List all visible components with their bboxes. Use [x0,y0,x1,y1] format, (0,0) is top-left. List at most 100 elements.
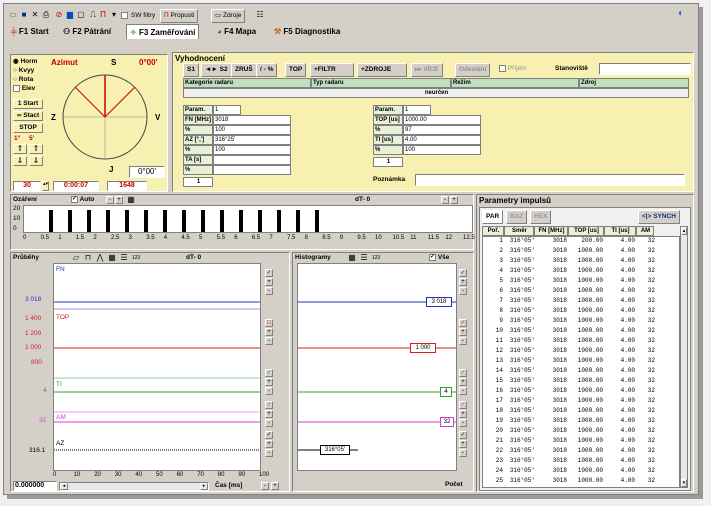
hist-az-minus[interactable]: - [459,449,467,457]
cas-minus[interactable]: - [261,482,269,490]
pulse-view-icon[interactable]: ⊓ [83,253,93,263]
par-tab[interactable]: PAR [482,210,504,224]
hist-am-plus[interactable]: + [459,410,467,418]
poznamka-field[interactable] [415,174,685,186]
table-row[interactable]: 17 316°05' 3018 1000.00 4.00 32 [483,397,679,405]
stop-button[interactable]: STOP [13,123,43,133]
top-toggle[interactable]: □ [265,319,273,327]
auto-checkbox[interactable]: ✓ Auto [71,196,94,203]
ozareni-minus[interactable]: - [106,196,114,204]
grid-icon[interactable]: ▦ [126,195,136,205]
az-toggle[interactable]: ✓ [265,431,273,439]
select-icon[interactable]: ▱ [71,253,81,263]
hist-top-toggle[interactable]: ✓ [459,319,467,327]
no-icon[interactable]: ⊘ [54,10,64,20]
time-scrollbar[interactable]: ◂ ▸ [59,482,209,491]
table-row[interactable]: 9 316°05' 3018 1000.00 4.00 32 [483,317,679,325]
open-folder-icon[interactable]: ▭ [8,10,18,20]
histogram-grid-icon[interactable]: ▦ [347,253,357,263]
stact-button[interactable]: ∞ Stact [13,111,43,121]
table-row[interactable]: 18 316°05' 3018 1000.00 4.00 32 [483,407,679,415]
color-icon[interactable]: ▆ [65,10,75,20]
tab-mapa[interactable]: ◕ F4 Mapa [214,24,259,39]
step-up-button-2[interactable]: ⇑ [29,144,43,154]
table-row[interactable]: 13 316°05' 3018 1000.00 4.00 32 [483,357,679,365]
window-icon[interactable]: ▢ [76,10,86,20]
mode-horm[interactable]: ◉ Horm [13,57,43,66]
close-icon[interactable]: ✕ [30,10,40,20]
scroll-right-arrow[interactable]: ▸ [200,483,208,490]
hist-am-minus[interactable]: - [459,419,467,427]
table-row[interactable]: 11 316°05' 3018 1000.00 4.00 32 [483,337,679,345]
fn-toggle[interactable]: ✓ [265,269,273,277]
fn-minus[interactable]: - [265,287,273,295]
table-row[interactable]: 5 316°05' 3018 1000.00 4.00 32 [483,277,679,285]
grid-view-icon[interactable]: ▦ [107,253,117,263]
table-row[interactable]: 3 316°05' 3018 1000.00 4.00 32 [483,257,679,265]
bottom-value-field[interactable]: 0.000000 [13,481,57,491]
top-button[interactable]: TOP [285,63,307,77]
table-row[interactable]: 7 316°05' 3018 1000.00 4.00 32 [483,297,679,305]
hist-top-minus[interactable]: - [459,337,467,345]
ti-plus[interactable]: + [265,378,273,386]
top-minus[interactable]: - [265,337,273,345]
count-field[interactable]: 30 [13,181,41,191]
count-spinner[interactable]: ▴▾ [42,181,49,191]
filtr-button[interactable]: +FILTR [310,63,354,77]
hex-tab[interactable]: HEX [530,210,552,224]
table-row[interactable]: 12 316°05' 3018 1000.00 4.00 32 [483,347,679,355]
scroll-down-arrow[interactable]: ▾ [681,479,687,487]
table-row[interactable]: 25 316°05' 3018 1000.00 4.00 32 [483,477,679,485]
prubehy-scope[interactable]: FN TOP TI AM AZ [53,263,261,471]
save-icon[interactable]: ■ [19,10,29,20]
table-row[interactable]: 10 316°05' 3018 1000.00 4.00 32 [483,327,679,335]
cas-plus[interactable]: + [271,482,279,490]
scroll-left-arrow[interactable]: ◂ [60,483,68,490]
table-row[interactable]: 22 316°05' 3018 1000.00 4.00 32 [483,447,679,455]
start-button[interactable]: 1 Start [13,99,43,109]
table-row[interactable]: 23 316°05' 3018 1000.00 4.00 32 [483,457,679,465]
table-row[interactable]: 8 316°05' 3018 1000.00 4.00 32 [483,307,679,315]
mode-kvyy[interactable]: ○ Kvyy [13,66,43,75]
hist-az-toggle[interactable]: ✓ [459,431,467,439]
ti-toggle[interactable]: ✓ [265,369,273,377]
s1-button[interactable]: S1 [183,63,199,77]
zdroje-plus-button[interactable]: +ZDROJE [357,63,407,77]
step-down-button-2[interactable]: ⇓ [29,156,43,166]
histogram-list-icon[interactable]: ☰ [359,253,369,263]
hist-ti-minus[interactable]: - [459,387,467,395]
az-plus[interactable]: + [265,440,273,448]
pulse-icon[interactable]: Π [98,10,108,20]
hist-az-plus[interactable]: + [459,440,467,448]
vse-checkbox[interactable]: ✓ Vše [429,254,449,261]
tab-zamerovani[interactable]: ✧ F3 Zaměřování [126,24,200,39]
s2-button[interactable]: ◄► S2 [201,63,232,77]
table-row[interactable]: 2 316°05' 3018 1000.00 4.00 32 [483,247,679,255]
tab-diagnostika[interactable]: ⚒ F5 Diagnostika [271,24,343,39]
percent-button[interactable]: / - % [256,63,278,77]
top-plus[interactable]: + [265,328,273,336]
step-up-button-1[interactable]: ⇑ [13,144,27,154]
step-down-button-1[interactable]: ⇓ [13,156,27,166]
table-row[interactable]: 6 316°05' 3018 1000.00 4.00 32 [483,287,679,295]
table-row[interactable]: 16 316°05' 3018 1000.00 4.00 32 [483,387,679,395]
ozareni-zoom-out[interactable]: - [441,196,449,204]
histogram-scope[interactable]: 3 018 1 000 4 32 316°05' [297,263,457,471]
hist-am-toggle[interactable]: ✓ [459,401,467,409]
am-minus[interactable]: - [265,419,273,427]
ozareni-zoom-in[interactable]: + [450,196,458,204]
table-row[interactable]: 14 316°05' 3018 1000.00 4.00 32 [483,367,679,375]
stanoviste-field[interactable] [599,63,691,75]
list-view-icon[interactable]: ☰ [119,253,129,263]
scroll-up-arrow[interactable]: ▴ [681,227,687,235]
table-row[interactable]: 24 316°05' 3018 1000.00 4.00 32 [483,467,679,475]
fn-plus[interactable]: + [265,278,273,286]
az-minus[interactable]: - [265,449,273,457]
table-row[interactable]: 15 316°05' 3018 1000.00 4.00 32 [483,377,679,385]
table-row[interactable]: 21 316°05' 3018 1000.00 4.00 32 [483,437,679,445]
number-icon[interactable]: 123 [131,253,141,263]
center-value-field[interactable]: 0°00' [129,166,165,178]
table-row[interactable]: 4 316°05' 3018 1000.00 4.00 32 [483,267,679,275]
zdroje-button[interactable]: ▭ Zdroje [211,9,246,23]
tab-patrani[interactable]: ⚇ F2 Pátrání [60,24,114,39]
